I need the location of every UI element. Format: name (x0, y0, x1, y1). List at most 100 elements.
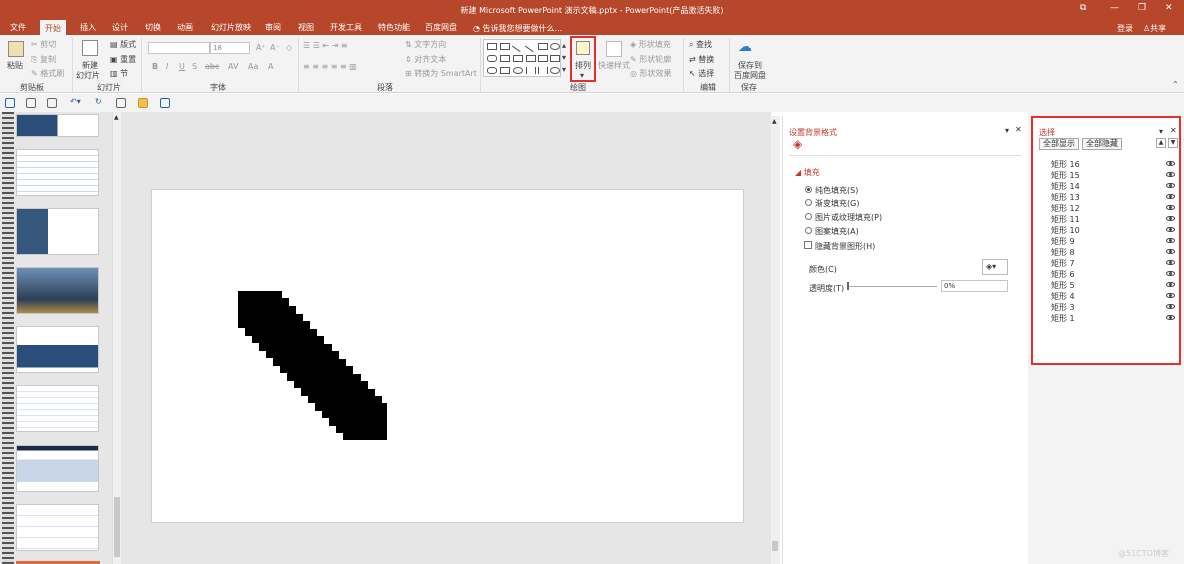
tab-baidu[interactable]: 百度网盘 (425, 22, 457, 33)
scroll-up-icon[interactable]: ▲ (772, 118, 777, 125)
thumbnails-scrollbar[interactable]: ▲ (112, 112, 121, 564)
selection-item[interactable]: 矩形 16 (1051, 159, 1080, 170)
tab-home[interactable]: 开始 (40, 20, 66, 35)
gradient-fill-radio[interactable] (805, 199, 812, 206)
selection-item[interactable]: 矩形 11 (1051, 214, 1080, 225)
shrink-font-icon[interactable]: A⁻ (270, 43, 280, 52)
restore-icon[interactable]: ⧉ (1080, 3, 1086, 13)
hide-bg-label[interactable]: 隐藏背景图形(H) (815, 241, 875, 252)
tab-insert[interactable]: 插入 (80, 22, 96, 33)
eye-icon[interactable] (1166, 304, 1175, 309)
hide-bg-checkbox[interactable] (804, 241, 812, 249)
slide-thumbnail[interactable] (16, 504, 99, 551)
oval-shape-icon[interactable] (550, 43, 560, 50)
rectangle-shape-icon[interactable] (538, 43, 548, 50)
slide-thumbnail[interactable] (16, 445, 99, 492)
selection-item[interactable]: 矩形 13 (1051, 192, 1080, 203)
tab-view[interactable]: 视图 (298, 22, 314, 33)
align-icons[interactable]: ≡ ≡ ≡ ≡ ≡ ▥ (303, 62, 357, 71)
minimize-icon[interactable]: — (1110, 3, 1119, 13)
gallery-scroll-icon[interactable]: ▾ (562, 53, 566, 62)
tab-file[interactable]: 文件 (10, 22, 26, 33)
find-button[interactable]: ⌕ 查找 (689, 39, 712, 50)
show-all-button[interactable]: 全部显示 (1039, 138, 1079, 150)
maximize-icon[interactable]: ❐ (1138, 3, 1146, 13)
copy-button[interactable]: ⎘ 复制 (31, 54, 56, 65)
eye-icon[interactable] (1166, 227, 1175, 232)
tab-developer[interactable]: 开发工具 (330, 22, 362, 33)
selection-item[interactable]: 矩形 12 (1051, 203, 1080, 214)
bullets-icon[interactable]: ☰ ☰ ⇤ ⇥ ≡ (303, 41, 348, 50)
section-button[interactable]: ▥ 节 (110, 68, 128, 79)
scribble-shape-icon[interactable] (513, 67, 523, 74)
line-shape-icon[interactable] (511, 40, 525, 53)
quick-styles-icon[interactable] (606, 41, 622, 57)
eye-icon[interactable] (1166, 315, 1175, 320)
shadow-button[interactable]: S (192, 62, 197, 71)
bold-button[interactable]: B (152, 62, 158, 71)
font-size-input[interactable]: 18 (210, 42, 250, 54)
share-button[interactable]: ♙共享 (1143, 23, 1166, 34)
tab-design[interactable]: 设计 (112, 22, 128, 33)
tab-review[interactable]: 审阅 (265, 22, 281, 33)
align-text-button[interactable]: ⇕ 对齐文本 (405, 54, 446, 65)
shape-effects-button[interactable]: ◎ 形状效果 (630, 68, 672, 79)
clear-format-icon[interactable]: ◇ (286, 43, 292, 52)
selection-item[interactable]: 矩形 3 (1051, 302, 1075, 313)
triangle-shape-icon[interactable] (500, 55, 510, 62)
slideshow-icon[interactable] (116, 98, 126, 108)
collapse-ribbon-icon[interactable]: ⌃ (1172, 80, 1179, 89)
transparency-slider-thumb[interactable] (847, 282, 849, 290)
slide-thumbnail[interactable] (16, 385, 99, 432)
paste-icon[interactable] (8, 41, 24, 57)
star-shape-icon[interactable] (550, 67, 560, 74)
transparency-slider[interactable] (847, 286, 937, 287)
close-pane-icon[interactable]: ✕ (1170, 126, 1177, 135)
customize-icon[interactable] (160, 98, 170, 108)
tab-transitions[interactable]: 切换 (145, 22, 161, 33)
eye-icon[interactable] (1166, 293, 1175, 298)
undo-icon[interactable]: ↶▾ (70, 97, 81, 106)
font-name-input[interactable] (148, 42, 210, 54)
tab-features[interactable]: 特色功能 (378, 22, 410, 33)
new-file-icon[interactable] (26, 98, 36, 108)
grow-font-icon[interactable]: A⁺ (256, 43, 266, 52)
paint-bucket-icon[interactable]: ◈ (793, 137, 802, 151)
scroll-thumb[interactable] (772, 541, 778, 551)
login-link[interactable]: 登录 (1117, 23, 1133, 34)
color-picker-button[interactable]: ◈▾ (982, 259, 1008, 275)
reset-button[interactable]: ▣ 重置 (110, 54, 136, 65)
scroll-thumb[interactable] (114, 497, 120, 557)
brace-shape-icon[interactable] (526, 67, 536, 74)
slide-thumbnail[interactable] (16, 208, 99, 255)
selection-item[interactable]: 矩形 9 (1051, 236, 1075, 247)
quick-styles-button[interactable]: 快速样式 (598, 60, 630, 71)
selection-item[interactable]: 矩形 4 (1051, 291, 1075, 302)
save-icon[interactable] (5, 98, 15, 108)
eye-icon[interactable] (1166, 161, 1175, 166)
pattern-fill-radio[interactable] (805, 227, 812, 234)
selection-item[interactable]: 矩形 14 (1051, 181, 1080, 192)
solid-fill-radio[interactable] (805, 186, 812, 193)
arrange-dropdown-icon[interactable]: ▾ (580, 71, 584, 80)
selection-item[interactable]: 矩形 6 (1051, 269, 1075, 280)
format-painter-button[interactable]: ✎ 格式刷 (31, 68, 64, 79)
eye-icon[interactable] (1166, 194, 1175, 199)
tab-animations[interactable]: 动画 (177, 22, 193, 33)
paste-button[interactable]: 粘贴 (7, 60, 23, 71)
tell-me-search[interactable]: ◔ 告诉我您想要做什么... (473, 23, 562, 34)
text-direction-button[interactable]: ⇅ 文字方向 (405, 39, 446, 50)
slide-scrollbar[interactable]: ▲ (771, 116, 780, 564)
selection-item[interactable]: 矩形 8 (1051, 247, 1075, 258)
shape-fill-button[interactable]: ◈ 形状填充 (630, 39, 671, 50)
connector-shape-icon[interactable] (513, 55, 523, 62)
right-arrow-shape-icon[interactable] (538, 55, 548, 62)
open-folder-icon[interactable] (138, 98, 148, 108)
smartart-button[interactable]: ⊞ 转换为 SmartArt (405, 68, 477, 79)
close-icon[interactable]: ✕ (1165, 3, 1173, 13)
curve-shape-icon[interactable] (487, 67, 497, 74)
select-button[interactable]: ↖ 选择 (689, 68, 714, 79)
current-slide[interactable] (151, 189, 744, 523)
slide-thumbnail[interactable] (16, 114, 99, 137)
eye-icon[interactable] (1166, 205, 1175, 210)
